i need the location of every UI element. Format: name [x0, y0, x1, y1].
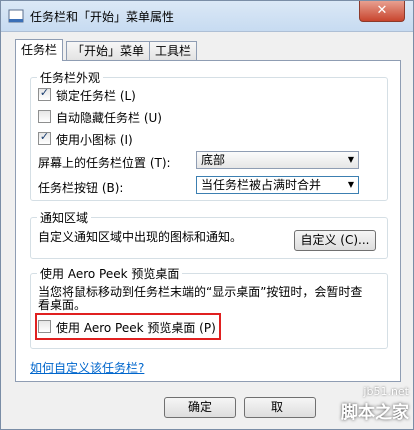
- notification-desc: 自定义通知区域中出现的图标和通知。: [38, 230, 243, 244]
- chevron-down-icon: ▼: [347, 155, 354, 164]
- help-link[interactable]: 如何自定义该任务栏?: [30, 359, 144, 376]
- check-icon: ✓: [39, 130, 50, 143]
- lock-taskbar-label: 锁定任务栏 (L): [56, 89, 136, 103]
- appearance-title: 任务栏外观: [37, 69, 104, 86]
- buttons-value: 当任务栏被占满时合并: [201, 178, 322, 192]
- check-icon: ✓: [39, 86, 50, 99]
- tab-toolbars[interactable]: 工具栏: [149, 41, 198, 60]
- aero-peek-title: 使用 Aero Peek 预览桌面: [37, 265, 183, 282]
- small-icons-checkbox[interactable]: ✓: [38, 130, 51, 145]
- watermark-url: jb51.net: [363, 385, 409, 398]
- chevron-down-icon: ▼: [347, 180, 354, 189]
- location-value: 底部: [201, 153, 226, 167]
- title-bar[interactable]: 任务栏和「开始」菜单属性 ✕: [1, 1, 413, 32]
- buttons-label: 任务栏按钮 (B):: [38, 181, 124, 195]
- small-icons-label: 使用小图标 (I): [56, 133, 133, 147]
- watermark-name: 脚本之家: [341, 403, 409, 423]
- notification-title: 通知区域: [37, 209, 92, 226]
- watermark: jb51.net 脚本之家: [317, 385, 409, 427]
- properties-dialog: 任务栏和「开始」菜单属性 ✕ 任务栏 「开始」菜单 工具栏 任务栏外观 ✓ 锁定…: [0, 0, 414, 430]
- lock-taskbar-checkbox[interactable]: ✓: [38, 86, 51, 101]
- close-button[interactable]: ✕: [359, 1, 405, 22]
- customize-button[interactable]: 自定义 (C)...: [294, 230, 376, 251]
- tab-start-menu[interactable]: 「开始」菜单: [66, 41, 151, 60]
- aero-peek-desc: 当您将鼠标移动到任务栏末端的“显示桌面”按钮时，会暂时查看桌面。: [38, 285, 363, 312]
- autohide-checkbox[interactable]: [38, 110, 51, 123]
- buttons-select[interactable]: 当任务栏被占满时合并 ▼: [196, 176, 359, 194]
- ok-button[interactable]: 确定: [164, 397, 236, 418]
- window-title: 任务栏和「开始」菜单属性: [30, 10, 175, 24]
- cancel-button[interactable]: 取: [244, 397, 316, 418]
- tab-taskbar[interactable]: 任务栏: [15, 39, 64, 61]
- taskbar-icon: [8, 9, 24, 23]
- autohide-label: 自动隐藏任务栏 (U): [56, 111, 162, 125]
- location-select[interactable]: 底部 ▼: [196, 151, 359, 169]
- highlight-box: [35, 313, 221, 340]
- location-label: 屏幕上的任务栏位置 (T):: [38, 156, 171, 170]
